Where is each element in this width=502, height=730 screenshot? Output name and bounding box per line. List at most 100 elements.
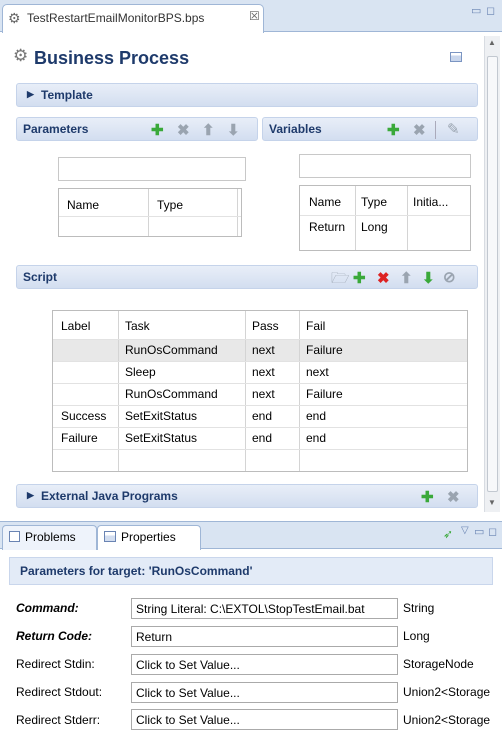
delete-icon[interactable]: ✖ <box>377 271 390 286</box>
column-divider <box>148 189 149 236</box>
move-down-icon[interactable]: ⬇ <box>227 123 240 138</box>
redirect-stdin-value-field[interactable]: Click to Set Value... <box>131 654 398 675</box>
move-up-icon[interactable]: ⬆ <box>400 271 413 286</box>
script-section-title: Script <box>23 270 58 284</box>
editor-tab[interactable]: ⚙ TestRestartEmailMonitorBPS.bps ☒ <box>2 4 264 33</box>
add-icon[interactable]: ✚ <box>353 271 366 286</box>
page-title: Business Process <box>34 48 190 68</box>
scrollbar-thumb[interactable] <box>487 56 498 492</box>
disable-icon[interactable]: ⊘ <box>443 270 456 285</box>
table-cell[interactable]: Success <box>61 409 106 423</box>
minimize-icon[interactable]: ▭ <box>471 4 481 17</box>
table-cell[interactable]: end <box>252 431 272 445</box>
delete-icon[interactable]: ✖ <box>177 123 190 138</box>
table-cell[interactable]: end <box>306 431 326 445</box>
redirect-stdout-value-field[interactable]: Click to Set Value... <box>131 682 398 703</box>
parameters-filter-input[interactable] <box>58 157 246 181</box>
parameters-section-title: Parameters <box>23 122 89 136</box>
column-header[interactable]: Label <box>61 319 90 333</box>
maximize-icon[interactable]: ◻ <box>486 4 495 17</box>
return-code-label: Return Code: <box>16 629 92 643</box>
pin-icon[interactable]: ➶ <box>443 527 453 541</box>
add-icon[interactable]: ✚ <box>421 490 434 505</box>
tab-label: Properties <box>121 530 176 544</box>
editor-scrollbar[interactable]: ▲ ▼ <box>484 36 500 512</box>
row-divider <box>59 216 241 217</box>
column-divider <box>299 311 300 471</box>
row-divider <box>53 405 467 406</box>
row-divider <box>53 383 467 384</box>
table-cell[interactable]: RunOsCommand <box>125 343 218 357</box>
row-divider <box>53 361 467 362</box>
redirect-stdin-type: StorageNode <box>403 657 474 671</box>
add-icon[interactable]: ✚ <box>387 123 400 138</box>
table-cell[interactable]: end <box>306 409 326 423</box>
properties-panel-title: Parameters for target: 'RunOsCommand' <box>9 557 493 585</box>
table-cell[interactable]: next <box>252 365 275 379</box>
variables-section-title: Variables <box>269 122 322 136</box>
maximize-icon[interactable]: ◻ <box>488 525 497 538</box>
bottom-tab-bar: Problems Properties ➶ ▽ ▭ ◻ <box>0 521 502 550</box>
command-value-field[interactable]: String Literal: C:\EXTOL\StopTestEmail.b… <box>131 598 398 619</box>
parameters-section-header: Parameters ✚ ✖ ⬆ ⬇ <box>16 117 258 141</box>
scroll-down-icon[interactable]: ▼ <box>488 498 496 507</box>
column-header[interactable]: Type <box>157 198 183 212</box>
delete-icon[interactable]: ✖ <box>447 490 460 505</box>
external-section-title: External Java Programs <box>41 489 178 503</box>
column-header[interactable]: Task <box>125 319 150 333</box>
minimize-icon[interactable]: ▭ <box>474 525 484 538</box>
column-divider <box>118 311 119 471</box>
table-cell[interactable]: next <box>306 365 329 379</box>
table-cell[interactable]: SetExitStatus <box>125 431 197 445</box>
table-cell[interactable]: Sleep <box>125 365 156 379</box>
column-divider <box>355 186 356 250</box>
column-header[interactable]: Pass <box>252 319 279 333</box>
row-divider <box>53 339 467 340</box>
script-table[interactable]: Label Task Pass Fail RunOsCommand next F… <box>52 310 468 472</box>
tab-problems[interactable]: Problems <box>2 525 97 550</box>
edit-icon[interactable]: ✎ <box>447 122 460 137</box>
expand-arrow-icon: ▶ <box>27 89 34 99</box>
column-header[interactable]: Initia... <box>413 195 448 209</box>
redirect-stdin-label: Redirect Stdin: <box>16 657 95 671</box>
table-cell[interactable]: SetExitStatus <box>125 409 197 423</box>
close-icon[interactable]: ☒ <box>249 9 260 23</box>
row-divider <box>53 427 467 428</box>
view-menu-icon[interactable]: ▽ <box>461 525 469 536</box>
column-header[interactable]: Type <box>361 195 387 209</box>
add-icon[interactable]: ✚ <box>151 123 164 138</box>
properties-icon <box>104 531 116 542</box>
template-section[interactable]: ▶ Template <box>16 83 478 107</box>
table-cell[interactable]: RunOsCommand <box>125 387 218 401</box>
tab-label: Problems <box>25 530 76 544</box>
redirect-stderr-value-field[interactable]: Click to Set Value... <box>131 709 398 730</box>
column-header[interactable]: Name <box>309 195 341 209</box>
table-cell[interactable]: Return <box>309 220 345 234</box>
table-cell[interactable]: next <box>252 343 275 357</box>
column-header[interactable]: Name <box>67 198 99 212</box>
tab-properties[interactable]: Properties <box>97 525 201 550</box>
expand-arrow-icon: ▶ <box>27 490 34 500</box>
table-cell[interactable]: Failure <box>306 387 343 401</box>
table-cell[interactable]: Failure <box>61 431 98 445</box>
toolbar-separator <box>435 121 436 139</box>
table-cell[interactable]: Long <box>361 220 388 234</box>
external-java-programs-section[interactable]: ▶ External Java Programs ✚ ✖ <box>16 484 478 508</box>
return-code-value-field[interactable]: Return <box>131 626 398 647</box>
variables-filter-input[interactable] <box>299 154 471 178</box>
table-cell[interactable]: Failure <box>306 343 343 357</box>
variables-table[interactable]: Name Type Initia... Return Long <box>299 185 471 251</box>
delete-icon[interactable]: ✖ <box>413 123 426 138</box>
column-header[interactable]: Fail <box>306 319 325 333</box>
parameters-table[interactable]: Name Type <box>58 188 242 237</box>
table-cell[interactable]: end <box>252 409 272 423</box>
open-folder-icon[interactable]: 🗁 <box>331 271 350 286</box>
move-up-icon[interactable]: ⬆ <box>202 123 215 138</box>
form-menu-icon[interactable] <box>450 52 462 62</box>
move-down-icon[interactable]: ⬇ <box>422 271 435 286</box>
redirect-stderr-type: Union2<Storage <box>403 713 491 727</box>
table-cell[interactable]: next <box>252 387 275 401</box>
process-file-icon: ⚙ <box>8 10 21 26</box>
editor-tab-title: TestRestartEmailMonitorBPS.bps <box>27 11 205 25</box>
scroll-up-icon[interactable]: ▲ <box>488 38 496 47</box>
